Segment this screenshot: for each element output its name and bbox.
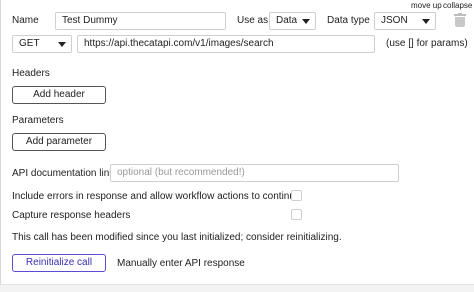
name-label: Name <box>12 15 39 26</box>
api-call-panel: move up collapse Name Test Dummy Use as … <box>0 0 474 284</box>
documentation-label: API documentation link <box>12 168 115 179</box>
capture-headers-label: Capture response headers <box>12 210 131 221</box>
add-parameter-button[interactable]: Add parameter <box>12 133 106 151</box>
next-panel-edge <box>0 284 474 292</box>
data-type-value: JSON <box>381 15 408 26</box>
modified-message: This call has been modified since you la… <box>12 232 342 243</box>
trash-lid <box>454 14 466 16</box>
data-type-label: Data type <box>327 15 370 26</box>
documentation-input[interactable]: optional (but recommended!) <box>110 164 399 182</box>
add-header-button[interactable]: Add header <box>12 86 106 104</box>
method-value: GET <box>19 38 40 49</box>
chevron-down-icon <box>302 19 310 24</box>
chevron-down-icon <box>422 19 430 24</box>
trash-can <box>455 17 465 27</box>
use-as-label: Use as <box>237 15 269 26</box>
parameters-title: Parameters <box>12 115 64 126</box>
use-as-select[interactable]: Data <box>269 12 316 30</box>
reinitialize-call-button[interactable]: Reinitialize call <box>12 254 106 272</box>
move-up-link[interactable]: move up <box>411 1 442 10</box>
documentation-placeholder: optional (but recommended!) <box>117 167 245 178</box>
chevron-down-icon <box>58 42 66 47</box>
manual-response-link[interactable]: Manually enter API response <box>117 258 245 269</box>
include-errors-checkbox[interactable] <box>291 190 302 201</box>
name-input[interactable]: Test Dummy <box>55 12 226 30</box>
capture-headers-checkbox[interactable] <box>291 209 302 220</box>
url-input[interactable]: https://api.thecatapi.com/v1/images/sear… <box>77 35 375 53</box>
trash-icon[interactable] <box>454 13 466 28</box>
use-as-value: Data <box>276 15 298 26</box>
include-errors-label: Include errors in response and allow wor… <box>12 191 301 202</box>
method-select[interactable]: GET <box>12 35 72 53</box>
headers-title: Headers <box>12 68 50 79</box>
data-type-select[interactable]: JSON <box>374 12 436 30</box>
collapse-link[interactable]: collapse <box>443 1 472 10</box>
params-hint: (use [] for params) <box>386 38 468 49</box>
